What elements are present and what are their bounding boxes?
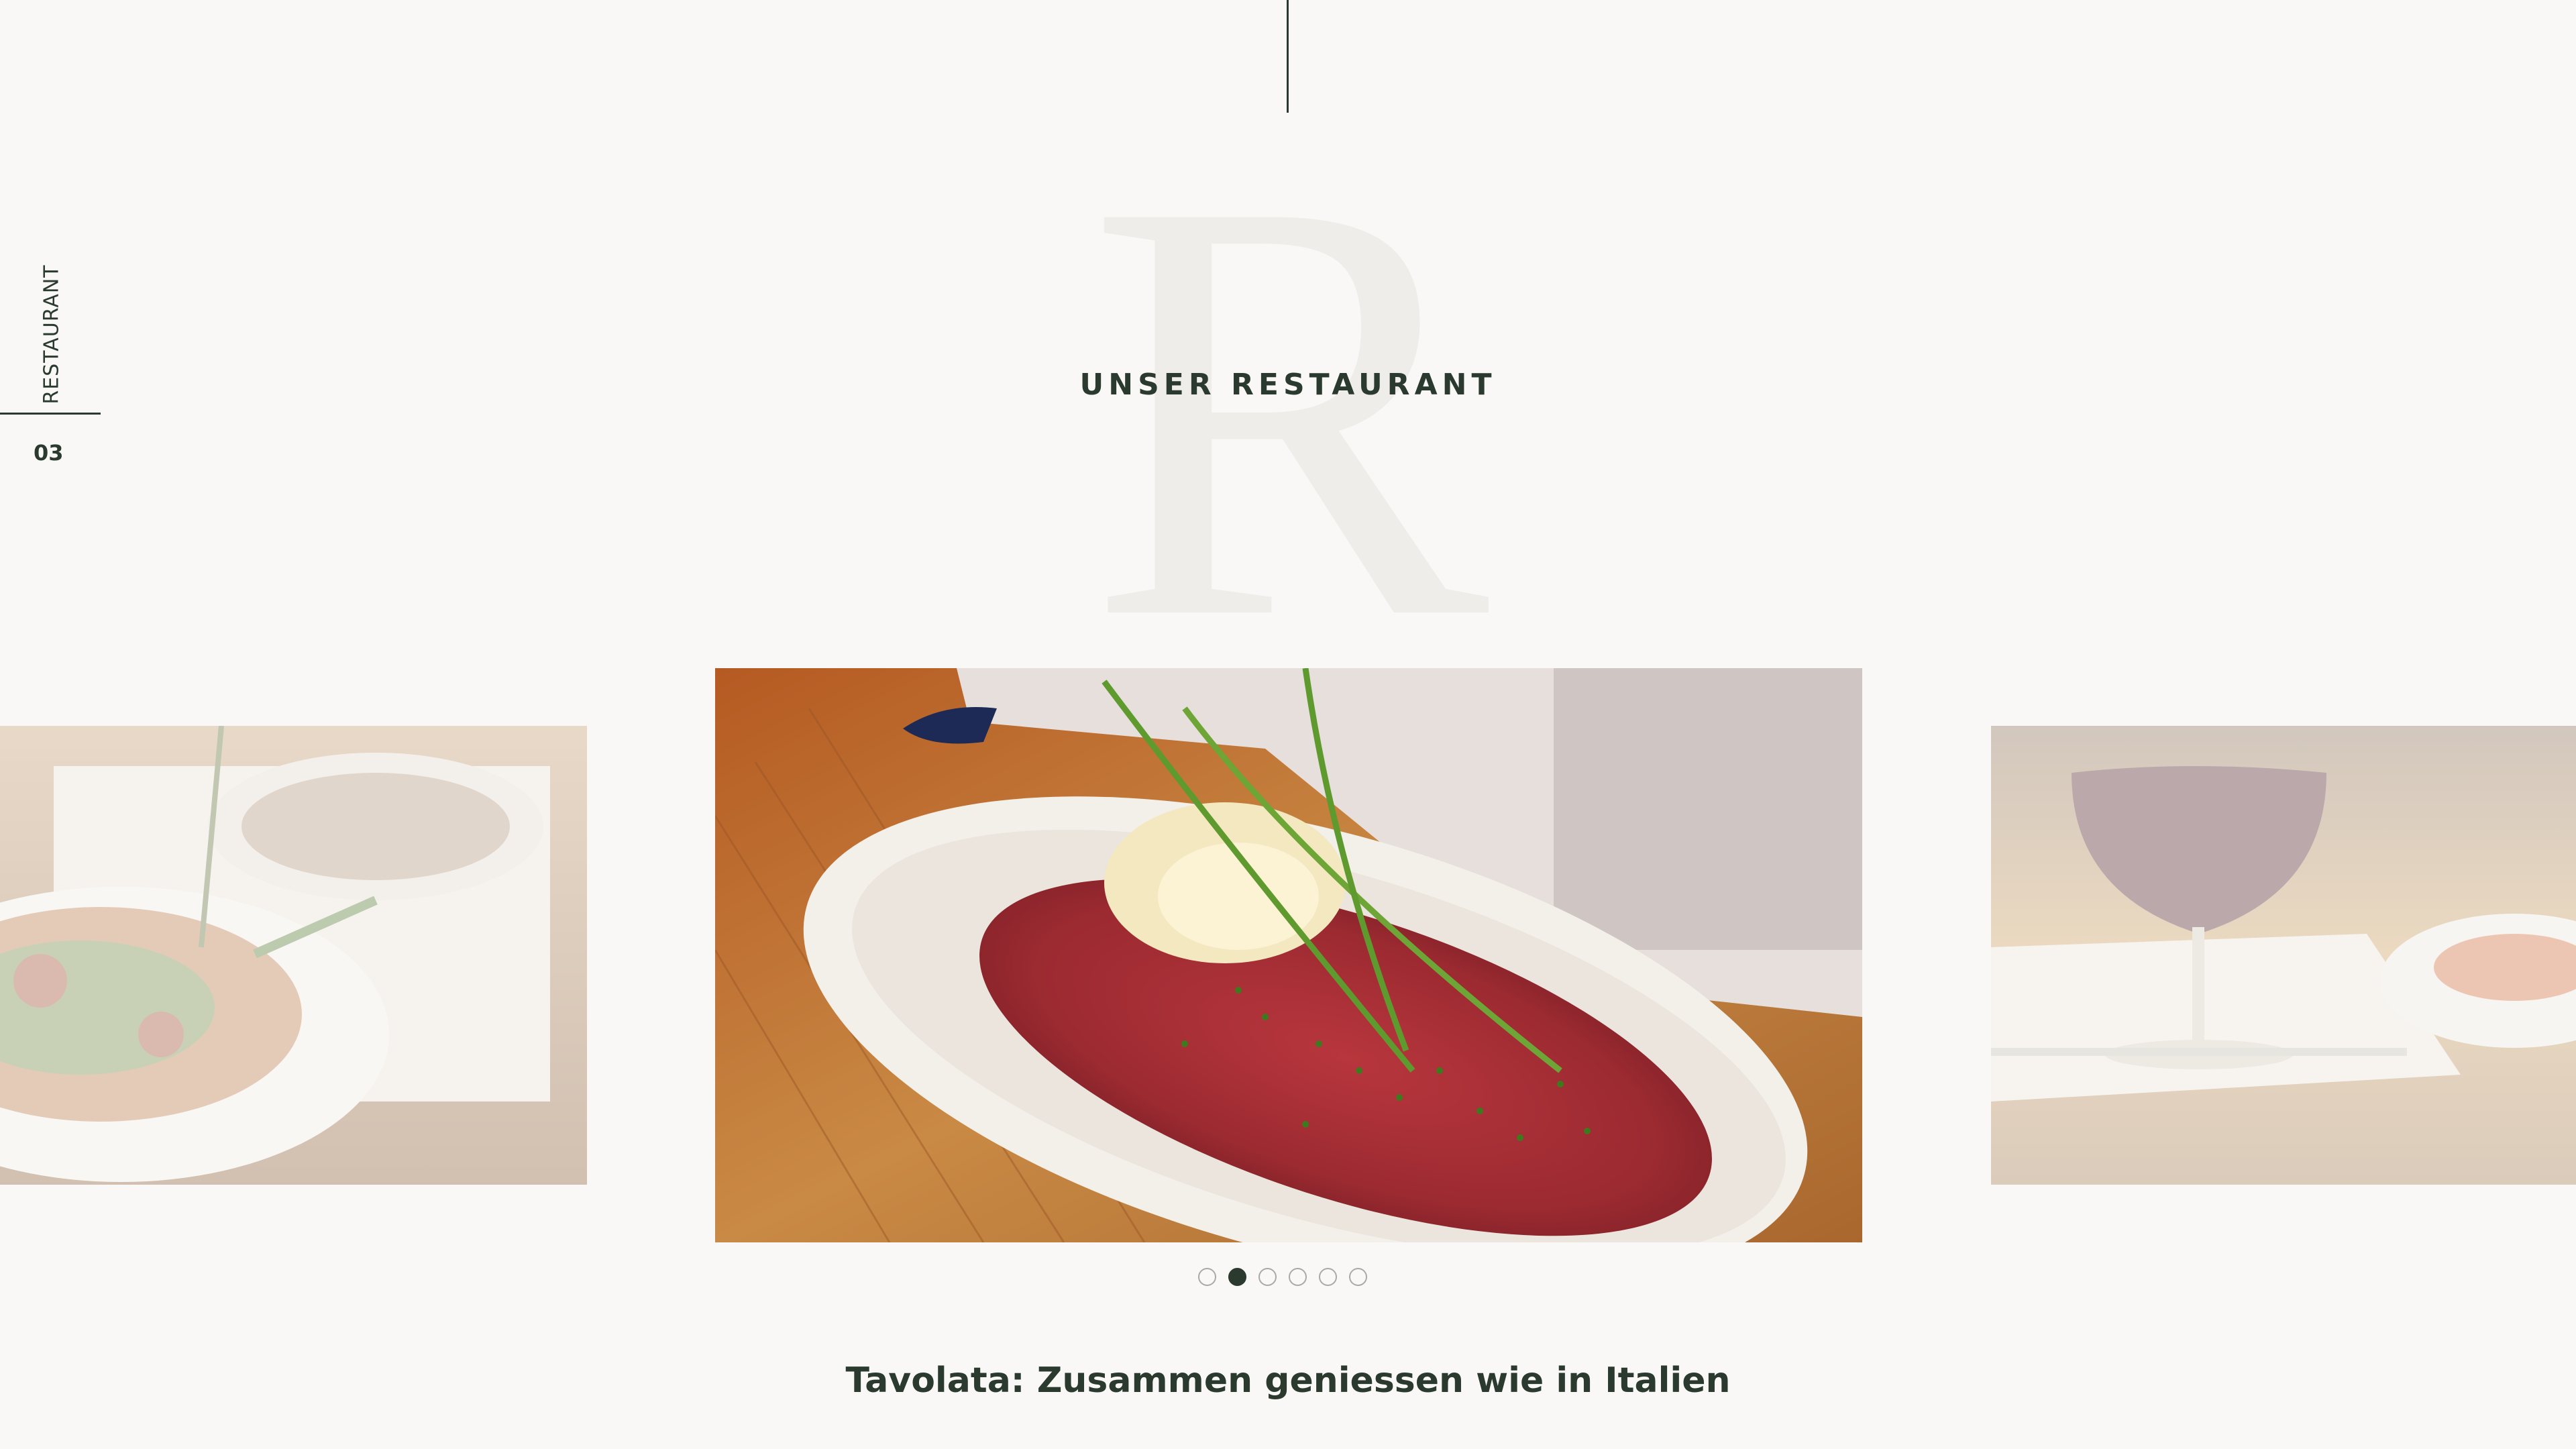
- section-heading: UNSER RESTAURANT: [1079, 368, 1497, 402]
- carousel-dot-4[interactable]: [1289, 1268, 1307, 1286]
- side-section-label-text: RESTAURANT: [40, 264, 64, 405]
- carousel-dot-5[interactable]: [1319, 1268, 1337, 1286]
- octopus-salad-image: [0, 726, 587, 1185]
- headline: Tavolata: Zusammen geniessen wie in Ital…: [845, 1360, 1731, 1401]
- decorative-letter: R: [1086, 74, 1490, 743]
- side-rule: [0, 413, 101, 415]
- carousel-dot-2[interactable]: [1228, 1268, 1246, 1286]
- red-wine-image: [1991, 726, 2576, 1185]
- section-number: 03: [34, 440, 64, 466]
- side-section-label: RESTAURANT: [35, 264, 68, 404]
- carousel-dot-1[interactable]: [1198, 1268, 1216, 1286]
- carpaccio-image: [715, 668, 1862, 1242]
- carousel-slide-next[interactable]: [1991, 726, 2576, 1185]
- carousel-slide-prev[interactable]: [0, 726, 587, 1185]
- carousel-pagination: [1198, 1268, 1367, 1289]
- carousel-dot-3[interactable]: [1258, 1268, 1277, 1286]
- carousel-dot-6[interactable]: [1349, 1268, 1367, 1286]
- carousel-slide-active[interactable]: [715, 668, 1862, 1242]
